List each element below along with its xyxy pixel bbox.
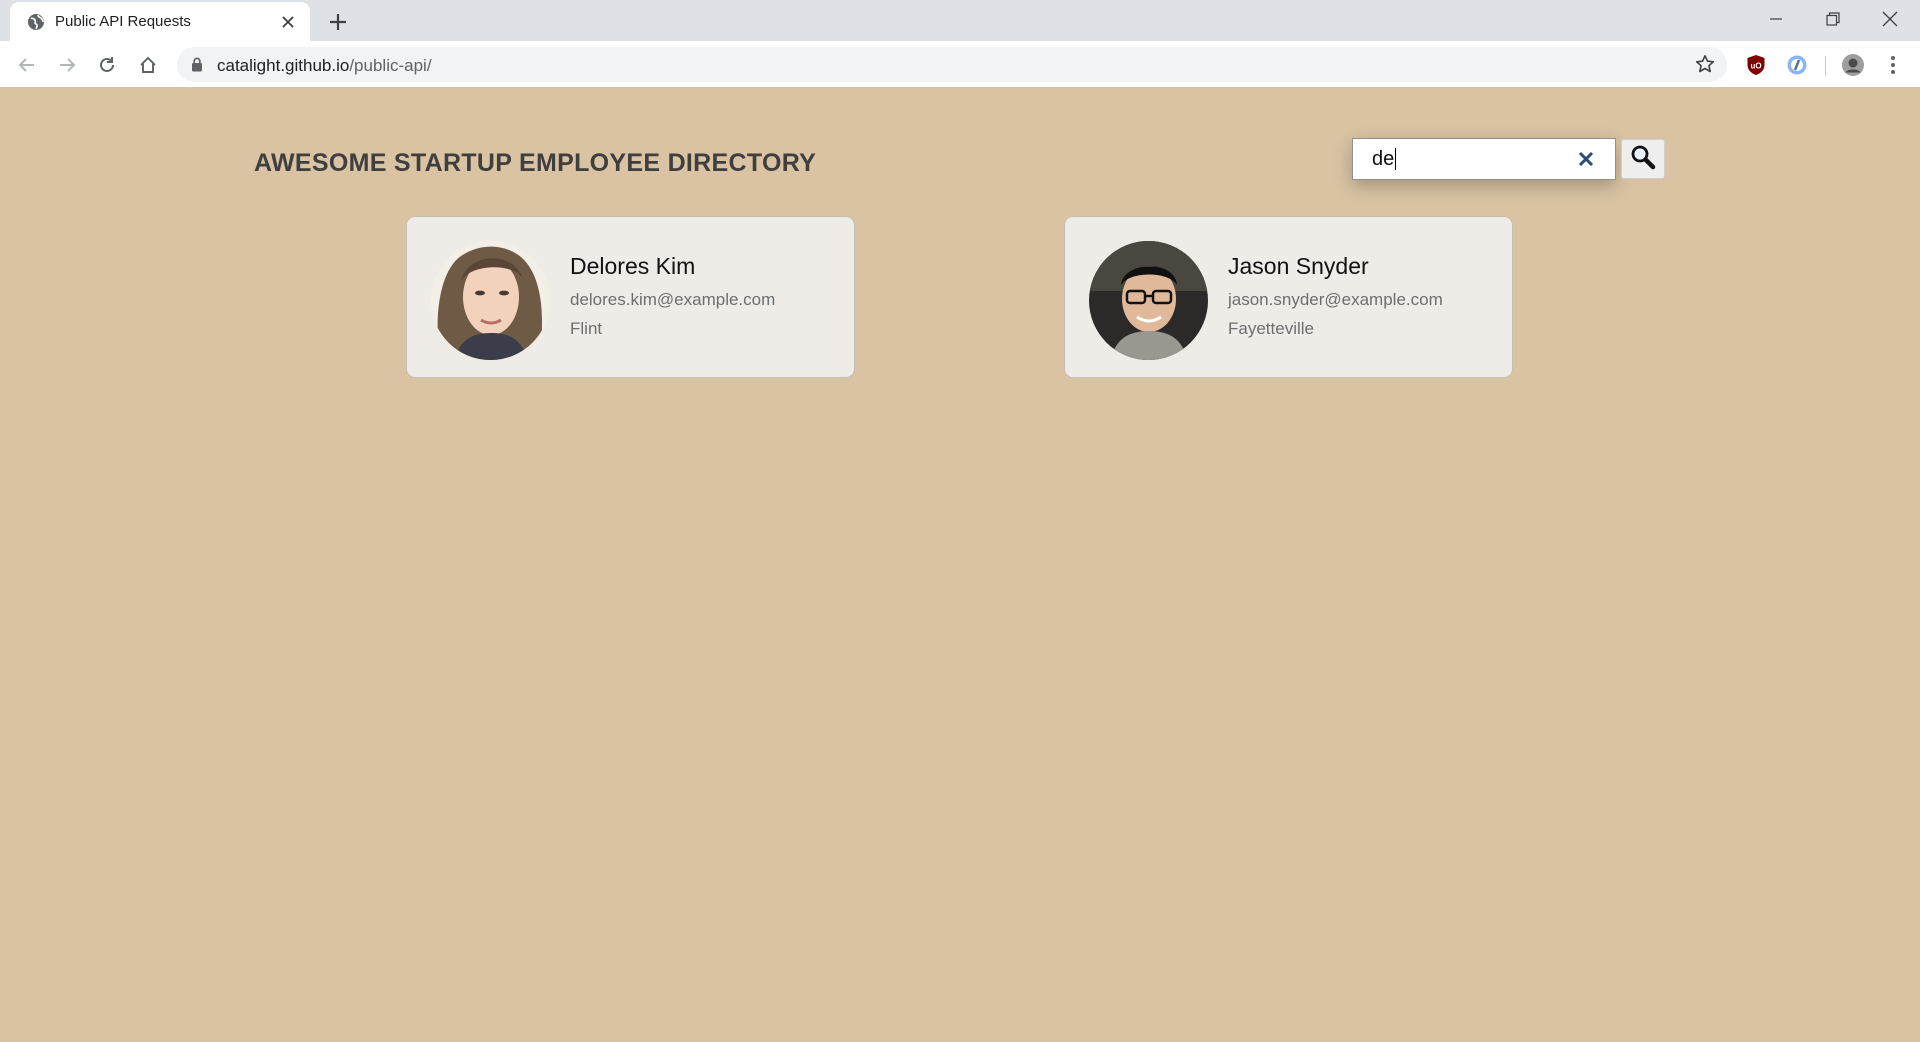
extension-icon[interactable] <box>1782 50 1812 80</box>
clear-icon[interactable] <box>1577 150 1595 168</box>
minimize-icon[interactable] <box>1748 0 1804 38</box>
employee-card[interactable]: Jason Snyder jason.snyder@example.com Fa… <box>1064 216 1513 378</box>
employee-name: Delores Kim <box>570 253 696 279</box>
browser-tab[interactable]: Public API Requests <box>10 2 310 41</box>
employee-email: jason.snyder@example.com <box>1228 290 1443 309</box>
employee-card[interactable]: Delores Kim delores.kim@example.com Flin… <box>406 216 855 378</box>
page-title: AWESOME STARTUP EMPLOYEE DIRECTORY <box>254 149 817 177</box>
lock-icon[interactable] <box>191 57 203 77</box>
globe-icon <box>27 13 45 31</box>
employee-info: Jason Snyder jason.snyder@example.com Fa… <box>1228 253 1443 339</box>
reload-icon[interactable] <box>92 50 122 80</box>
star-icon[interactable] <box>1695 54 1715 79</box>
svg-text:uO: uO <box>1750 62 1761 71</box>
url-text: catalight.github.io/public-api/ <box>217 56 432 76</box>
address-bar[interactable]: catalight.github.io/public-api/ <box>177 47 1727 82</box>
search-input[interactable] <box>1372 147 1562 171</box>
text-caret <box>1395 148 1396 170</box>
avatar <box>431 241 550 360</box>
restore-icon[interactable] <box>1805 0 1861 38</box>
tab-title: Public API Requests <box>55 13 191 30</box>
employee-info: Delores Kim delores.kim@example.com Flin… <box>570 253 775 339</box>
employee-name: Jason Snyder <box>1228 253 1369 279</box>
plus-icon[interactable] <box>324 8 352 36</box>
employee-email: delores.kim@example.com <box>570 290 776 309</box>
ublock-icon[interactable]: uO <box>1741 50 1771 80</box>
browser-tabstrip: Public API Requests <box>0 0 1920 41</box>
forward-icon[interactable] <box>52 50 82 80</box>
menu-icon[interactable] <box>1878 50 1908 80</box>
toolbar-divider <box>1825 56 1826 76</box>
back-icon[interactable] <box>12 50 42 80</box>
search-box[interactable] <box>1352 138 1616 180</box>
search-button[interactable] <box>1621 139 1665 179</box>
avatar <box>1089 241 1208 360</box>
employee-city: Fayetteville <box>1228 319 1314 338</box>
home-icon[interactable] <box>133 50 163 80</box>
url-path: /public-api/ <box>349 56 432 75</box>
employee-city: Flint <box>570 319 603 338</box>
browser-toolbar: catalight.github.io/public-api/ uO <box>0 41 1920 88</box>
search-icon <box>1630 144 1656 175</box>
close-icon[interactable] <box>278 12 298 32</box>
profile-icon[interactable] <box>1838 50 1868 80</box>
url-domain: catalight.github.io <box>217 56 350 75</box>
window-close-icon[interactable] <box>1862 0 1918 38</box>
